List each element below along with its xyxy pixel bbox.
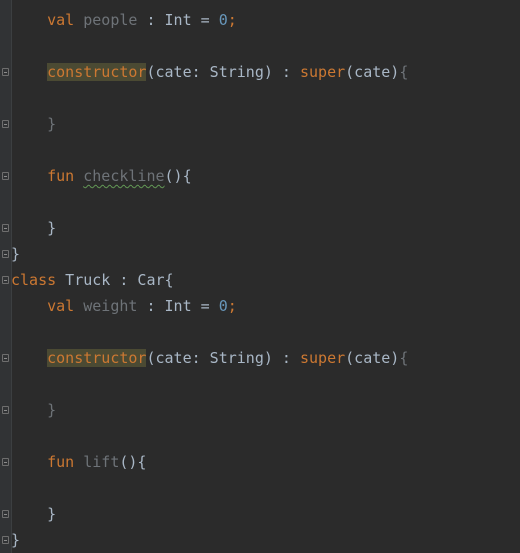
- code-line[interactable]: fun lift(){: [11, 450, 146, 474]
- property-name: people: [83, 11, 138, 29]
- super-args: (cate): [345, 63, 400, 81]
- keyword: fun: [47, 167, 75, 185]
- brace-open: {: [399, 63, 409, 81]
- brace-close: }: [11, 245, 21, 263]
- code-editor[interactable]: val people : Int = 0; constructor(cate: …: [0, 0, 520, 553]
- keyword: val: [47, 11, 75, 29]
- keyword: super: [300, 63, 346, 81]
- paren-brace: (){: [164, 167, 192, 185]
- semicolon: ;: [227, 297, 237, 315]
- fold-marker-icon[interactable]: [2, 354, 9, 362]
- fold-marker-icon[interactable]: [2, 120, 9, 128]
- fold-marker-icon[interactable]: [2, 536, 9, 544]
- type-annotation: : Int =: [137, 297, 219, 315]
- code-line[interactable]: }: [11, 216, 56, 240]
- property-name: weight: [83, 297, 138, 315]
- super-args: (cate): [345, 349, 400, 367]
- code-line[interactable]: }: [11, 112, 56, 136]
- code-line[interactable]: class Truck : Car{: [11, 268, 174, 292]
- brace-close: }: [47, 115, 57, 133]
- number-literal: 0: [218, 297, 228, 315]
- keyword: constructor: [47, 349, 147, 367]
- fold-marker-icon[interactable]: [2, 276, 9, 284]
- constructor-params: (cate: String) :: [146, 349, 300, 367]
- fold-marker-icon[interactable]: [2, 250, 9, 258]
- fold-marker-icon[interactable]: [2, 224, 9, 232]
- fold-marker-icon[interactable]: [2, 458, 9, 466]
- keyword: constructor: [47, 63, 147, 81]
- code-line[interactable]: }: [11, 528, 20, 552]
- code-line[interactable]: constructor(cate: String) : super(cate){: [11, 346, 408, 370]
- function-name: lift: [83, 453, 120, 471]
- brace-open: {: [399, 349, 409, 367]
- brace-close: }: [47, 505, 57, 523]
- keyword: val: [47, 297, 75, 315]
- brace-close: }: [11, 531, 21, 549]
- type-annotation: : Int =: [137, 11, 219, 29]
- brace-close: }: [47, 219, 57, 237]
- code-line[interactable]: val weight : Int = 0;: [11, 294, 237, 318]
- fold-marker-icon[interactable]: [2, 172, 9, 180]
- code-line[interactable]: }: [11, 242, 20, 266]
- code-line[interactable]: fun checkline(){: [11, 164, 192, 188]
- code-line[interactable]: val people : Int = 0;: [11, 8, 237, 32]
- fold-marker-icon[interactable]: [2, 510, 9, 518]
- function-name: checkline: [83, 167, 165, 185]
- class-declaration: Truck : Car{: [56, 271, 174, 289]
- constructor-params: (cate: String) :: [146, 63, 300, 81]
- code-line[interactable]: }: [11, 502, 56, 526]
- keyword: fun: [47, 453, 75, 471]
- semicolon: ;: [227, 11, 237, 29]
- keyword: super: [300, 349, 346, 367]
- fold-marker-icon[interactable]: [2, 68, 9, 76]
- paren-brace: (){: [119, 453, 147, 471]
- number-literal: 0: [218, 11, 228, 29]
- brace-close: }: [47, 401, 57, 419]
- code-line[interactable]: }: [11, 398, 56, 422]
- keyword: class: [11, 271, 57, 289]
- fold-marker-icon[interactable]: [2, 406, 9, 414]
- code-line[interactable]: constructor(cate: String) : super(cate){: [11, 60, 408, 84]
